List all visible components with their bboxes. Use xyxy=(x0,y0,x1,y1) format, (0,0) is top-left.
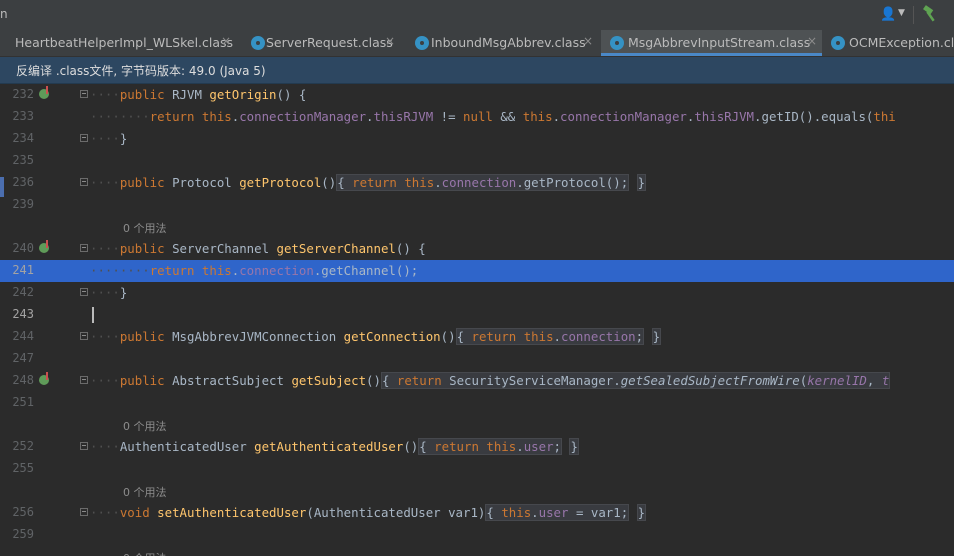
code-text: ····public RJVM getOrigin() { xyxy=(90,87,307,102)
close-icon[interactable]: × xyxy=(583,34,593,48)
usage-hint[interactable]: 0 个用法 xyxy=(123,484,167,500)
code-line[interactable]: 233 ········return this.connectionManage… xyxy=(0,106,954,128)
override-method-icon[interactable] xyxy=(39,240,49,253)
tab-heartbeat-helper[interactable]: HeartbeatHelperImpl_WLSkel.class × xyxy=(0,30,242,56)
decompiler-banner: 反编译 .class文件, 字节码版本: 49.0 (Java 5) xyxy=(0,57,954,84)
code-line[interactable]: 252 ····AuthenticatedUser getAuthenticat… xyxy=(0,436,954,458)
line-number: 239 xyxy=(12,197,34,211)
editor-tab-bar: HeartbeatHelperImpl_WLSkel.class × Serve… xyxy=(0,30,954,57)
class-file-icon xyxy=(251,36,265,50)
code-text: ····AuthenticatedUser getAuthenticatedUs… xyxy=(90,438,579,455)
title-bar: n 👤 ▼ xyxy=(0,0,954,30)
fold-toggle-icon[interactable] xyxy=(80,90,88,98)
code-text: ········return this.connection.getChanne… xyxy=(90,263,419,278)
usage-hint[interactable]: 0 个用法 xyxy=(123,220,167,236)
line-number: 255 xyxy=(12,461,34,475)
fold-toggle-icon[interactable] xyxy=(80,442,88,450)
code-text: ····public ServerChannel getServerChanne… xyxy=(90,241,426,256)
fold-toggle-icon[interactable] xyxy=(80,508,88,516)
title-bar-stub: n xyxy=(0,7,8,21)
line-number: 247 xyxy=(12,351,34,365)
line-number: 251 xyxy=(12,395,34,409)
line-number: 244 xyxy=(12,329,34,343)
code-line[interactable]: 256 ····void setAuthenticatedUser(Authen… xyxy=(0,502,954,524)
fold-toggle-icon[interactable] xyxy=(80,244,88,252)
code-line[interactable]: 239 xyxy=(0,194,954,216)
tab-label: HeartbeatHelperImpl_WLSkel.class xyxy=(15,35,234,50)
hammer-build-icon[interactable] xyxy=(922,5,938,23)
line-number: 259 xyxy=(12,527,34,541)
text-cursor xyxy=(92,307,94,323)
code-text: ····public AbstractSubject getSubject(){… xyxy=(90,372,891,389)
chevron-down-icon[interactable]: ▼ xyxy=(898,8,905,18)
fold-toggle-icon[interactable] xyxy=(80,134,88,142)
code-text: ····public MsgAbbrevJVMConnection getCon… xyxy=(90,328,662,345)
line-number: 240 xyxy=(12,241,34,255)
code-text: ····} xyxy=(90,131,128,146)
fold-toggle-icon[interactable] xyxy=(80,288,88,296)
fold-toggle-icon[interactable] xyxy=(80,178,88,186)
code-text: ········return this.connectionManager.th… xyxy=(90,109,896,124)
line-number: 252 xyxy=(12,439,34,453)
tab-label: OCMException.class xyxy=(849,35,954,50)
code-line[interactable]: 255 xyxy=(0,458,954,480)
code-line-selected[interactable]: 241 ········return this.connection.getCh… xyxy=(0,260,954,282)
code-line[interactable]: 235 xyxy=(0,150,954,172)
tab-msg-abbrev-input-stream[interactable]: MsgAbbrevInputStream.class × xyxy=(601,30,822,56)
code-editor[interactable]: 232 ····public RJVM getOrigin() { 233 ··… xyxy=(0,84,954,556)
code-text: ····void setAuthenticatedUser(Authentica… xyxy=(90,504,647,521)
tab-inbound-msg-abbrev[interactable]: InboundMsgAbbrev.class × xyxy=(406,30,601,56)
usage-hint-row[interactable]: 0 个用法 xyxy=(0,414,954,436)
line-number: 242 xyxy=(12,285,34,299)
override-method-icon[interactable] xyxy=(39,86,49,99)
line-number: 248 xyxy=(12,373,34,387)
tab-ocm-exception[interactable]: OCMException.class xyxy=(822,30,954,56)
line-number: 236 xyxy=(12,175,34,189)
fold-toggle-icon[interactable] xyxy=(80,376,88,384)
usage-hint-row[interactable]: 0 个用法 xyxy=(0,216,954,238)
code-line[interactable]: 244 ····public MsgAbbrevJVMConnection ge… xyxy=(0,326,954,348)
code-line[interactable]: 248 ····public AbstractSubject getSubjec… xyxy=(0,370,954,392)
tab-server-request[interactable]: ServerRequest.class × xyxy=(242,30,406,56)
code-line[interactable]: 234 ····} xyxy=(0,128,954,150)
code-line[interactable]: 232 ····public RJVM getOrigin() { xyxy=(0,84,954,106)
close-icon[interactable]: × xyxy=(807,34,817,48)
usage-hint-row[interactable]: 0 个用法 xyxy=(0,546,954,556)
code-line[interactable]: 240 ····public ServerChannel getServerCh… xyxy=(0,238,954,260)
line-number: 232 xyxy=(12,87,34,101)
line-number: 243 xyxy=(12,307,34,321)
close-icon[interactable]: × xyxy=(385,34,395,48)
class-file-icon xyxy=(831,36,845,50)
line-number: 235 xyxy=(12,153,34,167)
code-line[interactable]: 242 ····} xyxy=(0,282,954,304)
fold-toggle-icon[interactable] xyxy=(80,332,88,340)
toolbar-divider xyxy=(913,6,914,24)
tab-label: MsgAbbrevInputStream.class xyxy=(628,35,811,50)
line-number: 234 xyxy=(12,131,34,145)
close-icon[interactable]: × xyxy=(221,34,231,48)
code-text: ····} xyxy=(90,285,128,300)
class-file-icon xyxy=(610,36,624,50)
line-number: 241 xyxy=(12,263,34,277)
code-line[interactable]: 251 xyxy=(0,392,954,414)
usage-hint[interactable]: 0 个用法 xyxy=(123,418,167,434)
banner-text: 反编译 .class文件, 字节码版本: 49.0 (Java 5) xyxy=(16,64,266,78)
class-file-icon xyxy=(415,36,429,50)
code-text: ····public Protocol getProtocol(){ retur… xyxy=(90,174,647,191)
usage-hint-row[interactable]: 0 个用法 xyxy=(0,480,954,502)
line-number: 256 xyxy=(12,505,34,519)
tab-label: InboundMsgAbbrev.class xyxy=(431,35,586,50)
code-line-current[interactable]: 243 xyxy=(0,304,954,326)
code-line[interactable]: 236 ····public Protocol getProtocol(){ r… xyxy=(0,172,954,194)
override-method-icon[interactable] xyxy=(39,372,49,385)
user-icon[interactable]: 👤 xyxy=(880,7,896,22)
line-number: 233 xyxy=(12,109,34,123)
tab-label: ServerRequest.class xyxy=(266,35,393,50)
code-line[interactable]: 259 xyxy=(0,524,954,546)
usage-hint[interactable]: 0 个用法 xyxy=(123,550,167,556)
code-line[interactable]: 247 xyxy=(0,348,954,370)
